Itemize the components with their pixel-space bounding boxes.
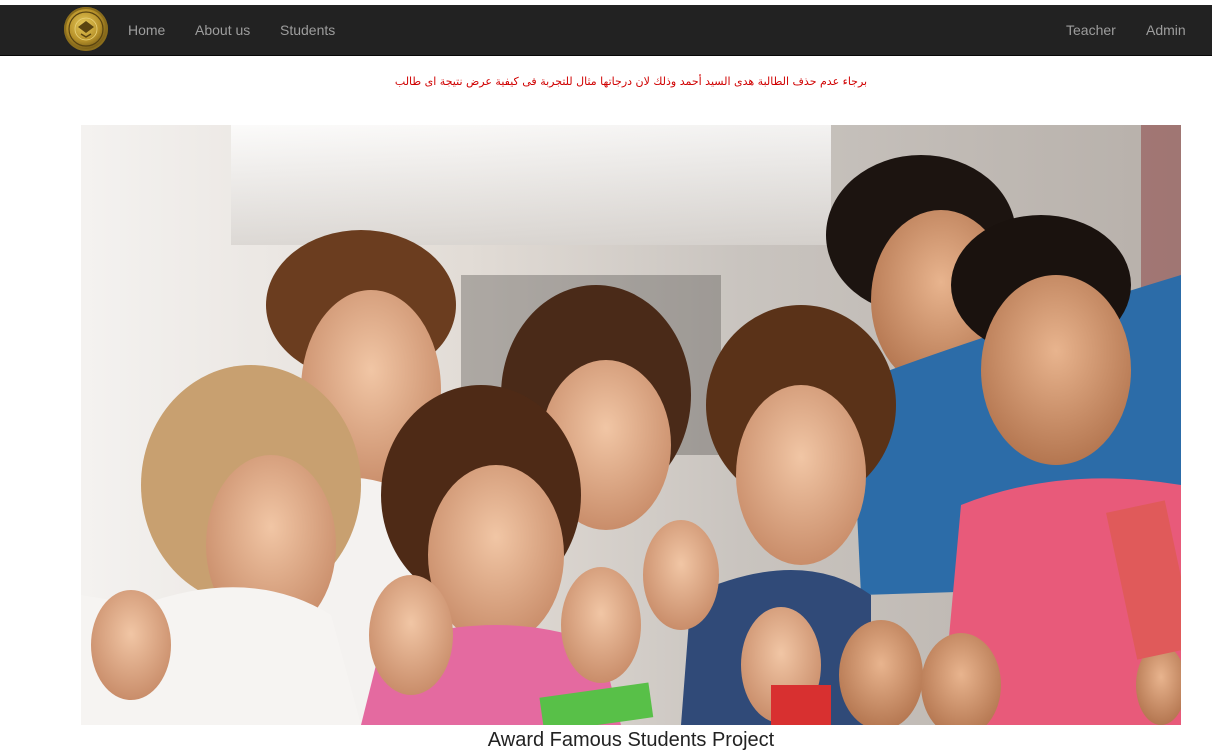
nav-admin[interactable]: Admin: [1146, 5, 1186, 55]
page-caption: Award Famous Students Project: [487, 729, 775, 751]
students-thumbs-up-photo: [81, 125, 1181, 725]
nav-teacher[interactable]: Teacher: [1066, 5, 1116, 55]
school-emblem-icon[interactable]: [64, 7, 108, 51]
nav-about-us[interactable]: About us: [195, 5, 250, 55]
hero-image: [81, 125, 1181, 725]
nav-home[interactable]: Home: [128, 5, 165, 55]
nav-students[interactable]: Students: [280, 5, 335, 55]
notice-text: برجاء عدم حذف الطالبة هدى السيد أحمد وذل…: [394, 75, 868, 88]
navbar: Home About us Students Teacher Admin: [0, 5, 1212, 56]
